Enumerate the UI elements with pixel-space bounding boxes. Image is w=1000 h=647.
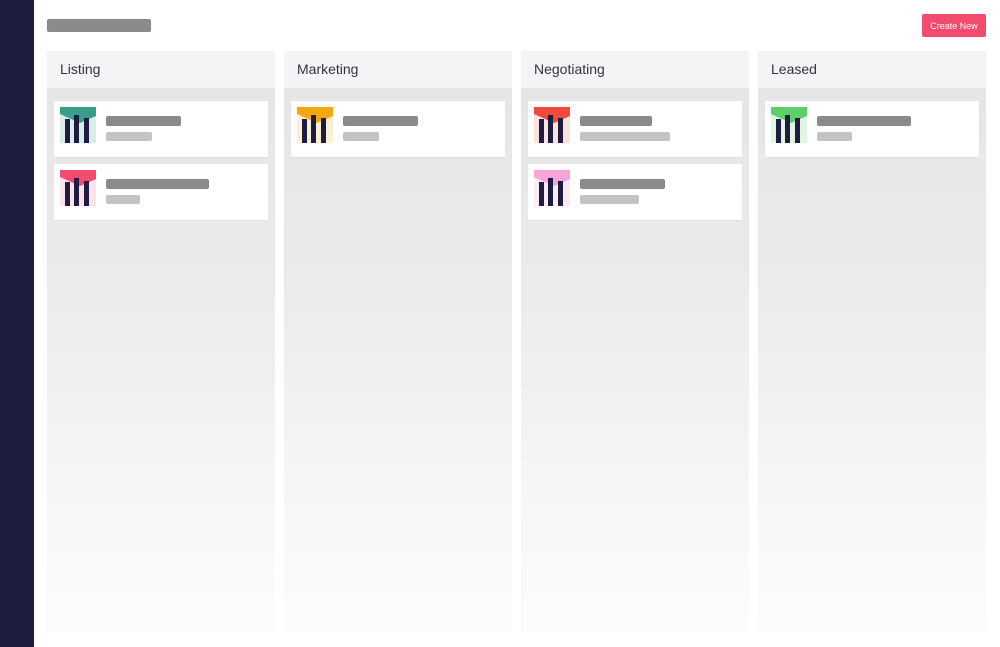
column-leased: Leased <box>758 51 986 632</box>
page-title-placeholder <box>47 19 151 32</box>
column-header: Negotiating <box>521 51 749 88</box>
property-building-icon <box>60 170 96 206</box>
card-subtitle-placeholder <box>343 132 379 141</box>
property-card[interactable] <box>54 101 268 157</box>
column-header: Marketing <box>284 51 512 88</box>
property-card[interactable] <box>54 164 268 220</box>
sidebar <box>0 0 34 647</box>
card-subtitle-placeholder <box>580 195 639 204</box>
column-header: Listing <box>47 51 275 88</box>
pipeline-board: Listing Marketing Negotiating Leased <box>47 51 987 632</box>
column-listing: Listing <box>47 51 275 632</box>
property-building-icon <box>60 107 96 143</box>
property-building-icon <box>297 107 333 143</box>
property-building-icon <box>771 107 807 143</box>
card-title-placeholder <box>343 116 418 126</box>
property-card[interactable] <box>528 164 742 220</box>
card-subtitle-placeholder <box>106 132 152 141</box>
card-list <box>47 88 275 220</box>
card-title-placeholder <box>580 116 652 126</box>
card-subtitle-placeholder <box>817 132 852 141</box>
property-card[interactable] <box>291 101 505 157</box>
card-title-placeholder <box>817 116 911 126</box>
property-card[interactable] <box>528 101 742 157</box>
card-subtitle-placeholder <box>580 132 670 141</box>
create-new-button[interactable]: Create New <box>922 14 986 37</box>
card-list <box>758 88 986 157</box>
card-title-placeholder <box>580 179 665 189</box>
card-list <box>521 88 749 220</box>
column-header: Leased <box>758 51 986 88</box>
property-building-icon <box>534 170 570 206</box>
card-title-placeholder <box>106 116 181 126</box>
column-negotiating: Negotiating <box>521 51 749 632</box>
card-subtitle-placeholder <box>106 195 140 204</box>
property-card[interactable] <box>765 101 979 157</box>
card-title-placeholder <box>106 179 209 189</box>
property-building-icon <box>534 107 570 143</box>
main-content: Create New Listing Marketing Negotiating Le… <box>34 0 1000 647</box>
card-list <box>284 88 512 157</box>
column-marketing: Marketing <box>284 51 512 632</box>
